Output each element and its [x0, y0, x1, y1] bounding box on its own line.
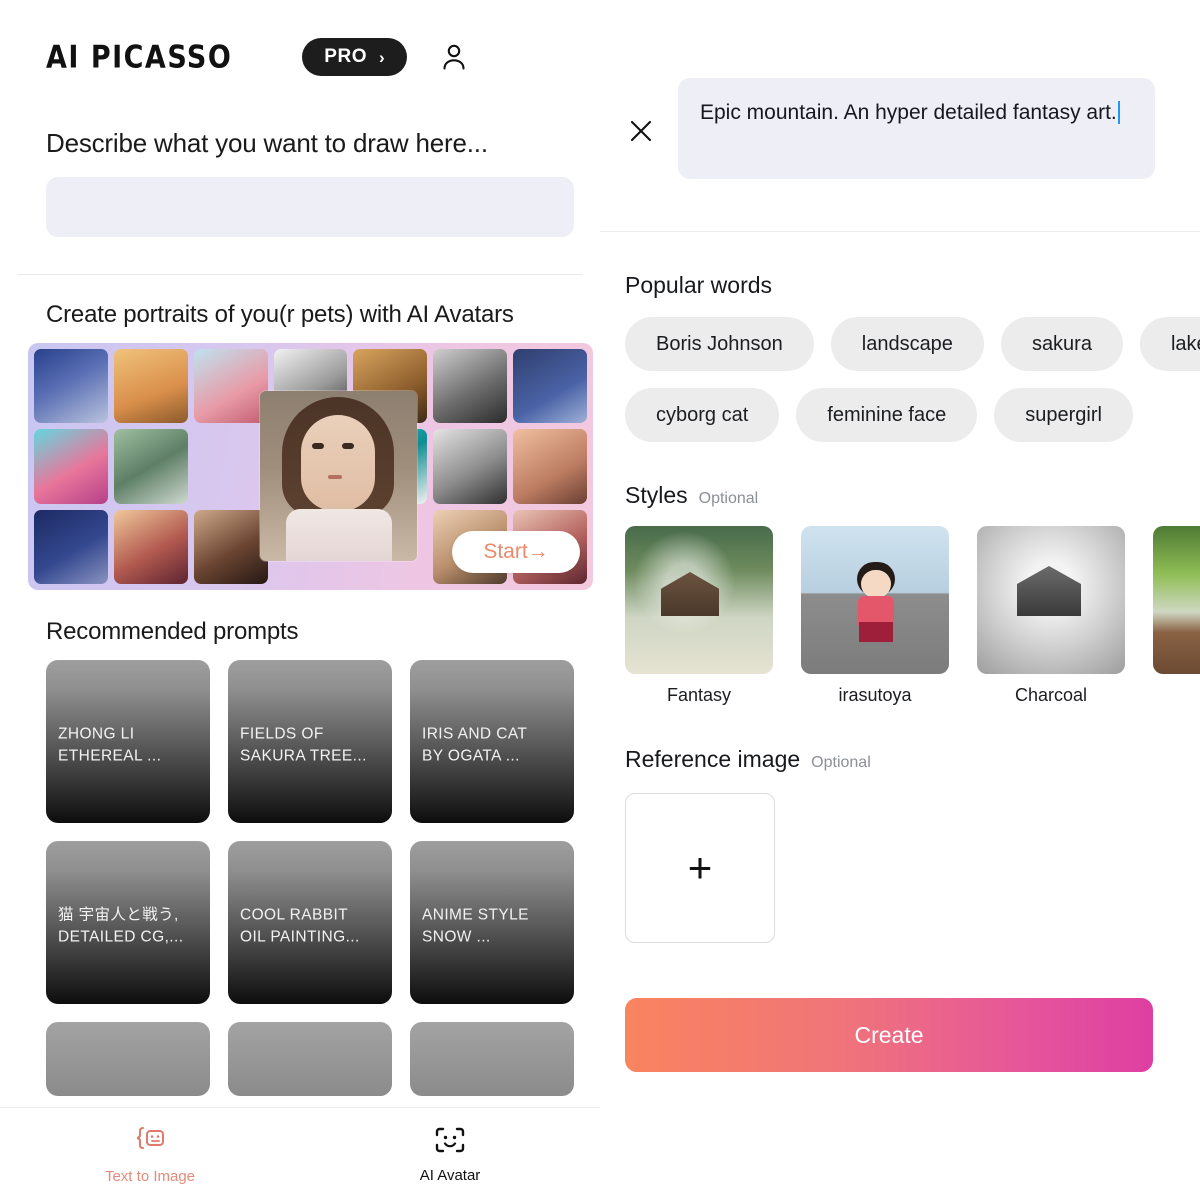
style-name: Fantasy — [666, 685, 732, 705]
chevron-right-icon: › — [378, 47, 386, 67]
popular-words-title: Popular words — [625, 272, 1200, 299]
avatar-thumb — [34, 349, 108, 424]
styles-carousel[interactable]: Fantasy irasutoya Charcoal 3D — [625, 526, 1200, 706]
avatar-thumb — [34, 429, 108, 504]
avatar-thumb — [113, 509, 188, 584]
reference-image-title: Reference image Optional — [625, 746, 1200, 773]
prompt-card[interactable]: 猫 宇宙人と戦う, DETAILED CG,... — [46, 841, 210, 1004]
plus-icon: + — [687, 844, 713, 891]
face-scan-icon — [433, 1124, 467, 1161]
prompt-card-label: FIELDS OF SAKURA TREE... — [240, 725, 367, 765]
text-to-image-icon — [132, 1123, 168, 1162]
prompt-row: Epic mountain. An hyper detailed fantasy… — [600, 0, 1200, 179]
prompt-card[interactable] — [46, 1022, 210, 1096]
chip-popular-word[interactable]: feminine face — [796, 388, 978, 442]
style-thumbnail — [801, 526, 949, 674]
recommended-prompts-title: Recommended prompts — [46, 618, 299, 645]
pro-button[interactable]: PRO › — [302, 38, 408, 76]
prompt-card[interactable]: ZHONG LI ETHEREAL ... — [46, 660, 210, 823]
add-reference-image-button[interactable]: + — [625, 793, 775, 943]
avatar-thumb — [513, 349, 587, 424]
prompt-card-label: COOL RABBIT OIL PAINTING... — [240, 906, 360, 946]
avatar-thumb — [113, 429, 188, 504]
avatar-thumb — [193, 509, 268, 584]
styles-title: Styles Optional — [625, 482, 1200, 509]
right-panel: Epic mountain. An hyper detailed fantasy… — [600, 0, 1200, 1200]
styles-optional-label: Optional — [698, 490, 759, 507]
recommended-prompts-grid: ZHONG LI ETHEREAL ... FIELDS OF SAKURA T… — [46, 660, 574, 1096]
prompt-card[interactable] — [228, 1022, 392, 1096]
chip-popular-word[interactable]: lake — [1139, 317, 1200, 371]
style-option-3d[interactable]: 3D — [1153, 526, 1200, 706]
describe-title: Describe what you want to draw here... — [46, 128, 488, 158]
prompt-card-label: IRIS AND CAT BY OGATA ... — [422, 725, 528, 765]
section-divider-2 — [600, 231, 1200, 232]
prompt-card-label: ZHONG LI ETHEREAL ... — [58, 725, 162, 765]
prompt-card-label: 猫 宇宙人と戦う, DETAILED CG,... — [58, 906, 184, 946]
style-option-charcoal[interactable]: Charcoal — [977, 526, 1125, 706]
reference-image-optional-label: Optional — [811, 754, 871, 771]
prompt-card[interactable]: COOL RABBIT OIL PAINTING... — [228, 841, 392, 1004]
prompt-card[interactable] — [410, 1022, 574, 1096]
avatar-hero-portrait — [260, 391, 417, 561]
prompt-card[interactable]: IRIS AND CAT BY OGATA ... — [410, 660, 574, 823]
avatar-thumb — [34, 509, 108, 584]
app-header: AI PICASSO PRO › — [0, 0, 600, 76]
avatar-thumb — [433, 349, 508, 424]
chip-popular-word[interactable]: supergirl — [994, 388, 1133, 442]
reference-image-label: Reference image — [625, 746, 801, 772]
style-thumbnail — [977, 526, 1125, 674]
chip-popular-word[interactable]: cyborg cat — [625, 388, 780, 442]
avatar-thumb — [113, 349, 188, 424]
styles-label: Styles — [625, 482, 688, 508]
section-divider-1 — [17, 274, 583, 275]
text-cursor — [1117, 101, 1120, 124]
style-thumbnail — [625, 526, 773, 674]
person-icon[interactable] — [437, 40, 471, 74]
avatar-banner-title: Create portraits of you(r pets) with AI … — [46, 301, 514, 328]
avatar-thumb — [194, 429, 268, 503]
chip-popular-word[interactable]: sakura — [1000, 317, 1123, 371]
app-root: AI PICASSO PRO › Describe what you want … — [0, 0, 1200, 1200]
start-button[interactable]: Start→ — [452, 531, 580, 573]
avatar-thumb — [513, 429, 587, 504]
prompt-text: Epic mountain. An hyper detailed fantasy… — [700, 101, 1117, 124]
popular-words-chips: Boris Johnson landscape sakura lake cybo… — [625, 317, 1200, 442]
avatar-thumb — [433, 429, 508, 504]
chip-popular-word[interactable]: landscape — [830, 317, 984, 371]
prompt-textarea[interactable]: Epic mountain. An hyper detailed fantasy… — [678, 78, 1155, 179]
prompt-card-label: ANIME STYLE SNOW ... — [422, 906, 529, 946]
nav-label: Text to Image — [104, 1168, 196, 1185]
bottom-nav: Text to Image AI Avatar — [0, 1107, 600, 1200]
prompt-card[interactable]: FIELDS OF SAKURA TREE... — [228, 660, 392, 823]
left-panel: AI PICASSO PRO › Describe what you want … — [0, 0, 600, 1200]
pro-label: PRO — [324, 46, 367, 67]
create-button[interactable]: Create — [625, 998, 1153, 1072]
avatar-thumb — [193, 349, 268, 424]
style-option-fantasy[interactable]: Fantasy — [625, 526, 773, 706]
nav-label: AI Avatar — [419, 1167, 481, 1184]
ai-avatar-banner[interactable]: Start→ — [28, 343, 593, 590]
style-name: 3D — [1153, 685, 1200, 706]
close-icon[interactable] — [624, 114, 658, 148]
style-option-irasutoya[interactable]: irasutoya — [801, 526, 949, 706]
left-prompt-input[interactable] — [46, 177, 574, 237]
nav-item-text-to-image[interactable]: Text to Image — [0, 1108, 300, 1200]
prompt-card[interactable]: ANIME STYLE SNOW ... — [410, 841, 574, 1004]
app-logo: AI PICASSO — [46, 38, 233, 76]
nav-item-ai-avatar[interactable]: AI Avatar — [300, 1108, 600, 1200]
popular-words-label: Popular words — [625, 272, 773, 298]
style-name: irasutoya — [838, 685, 912, 705]
chip-popular-word[interactable]: Boris Johnson — [625, 317, 814, 371]
style-thumbnail — [1153, 526, 1200, 674]
style-name: Charcoal — [1014, 685, 1088, 705]
